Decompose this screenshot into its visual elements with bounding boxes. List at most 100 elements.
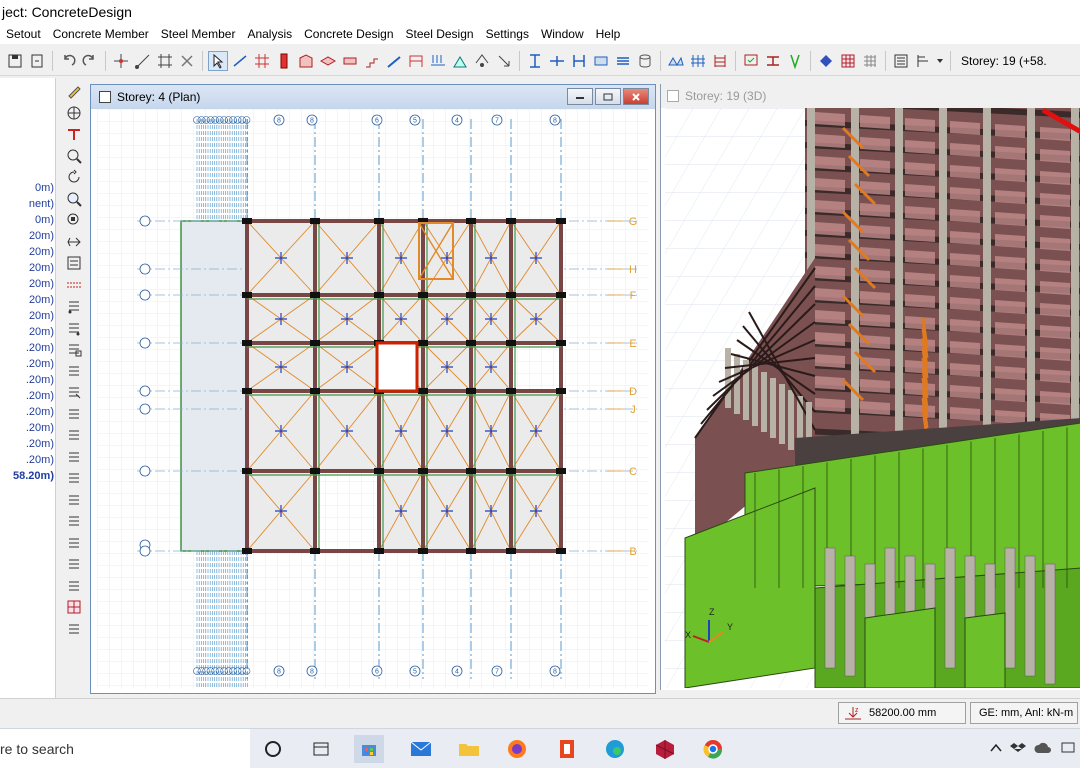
brace-icon[interactable]: [384, 51, 404, 71]
database-icon[interactable]: [635, 51, 655, 71]
storey-item[interactable]: .20m): [0, 438, 55, 454]
align-icon[interactable]: [494, 51, 514, 71]
section-icon[interactable]: [591, 51, 611, 71]
stack-icon-15[interactable]: [65, 620, 83, 638]
design-column-icon[interactable]: [785, 51, 805, 71]
menu-help[interactable]: Help: [590, 24, 627, 44]
beam-icon[interactable]: [340, 51, 360, 71]
stack-icon-9[interactable]: [65, 469, 83, 487]
dropbox-icon[interactable]: [1010, 741, 1026, 758]
move-icon[interactable]: [111, 51, 131, 71]
storey-analysis-icon[interactable]: [710, 51, 730, 71]
pan-icon[interactable]: [65, 233, 83, 251]
menu-steel-member[interactable]: Steel Member: [155, 24, 242, 44]
frame-icon[interactable]: [406, 51, 426, 71]
select-pointer-icon[interactable]: [208, 50, 228, 71]
delete-icon[interactable]: [177, 51, 197, 71]
storey-item[interactable]: 20m): [0, 310, 55, 326]
pencil-icon[interactable]: [65, 82, 83, 100]
storey-item[interactable]: 20m): [0, 246, 55, 262]
tee-icon[interactable]: [65, 125, 83, 143]
section-cut-icon[interactable]: [65, 276, 83, 294]
storey-item[interactable]: .20m): [0, 422, 55, 438]
minimize-button[interactable]: [567, 88, 593, 105]
storey-item[interactable]: .20m): [0, 454, 55, 470]
file-explorer-icon[interactable]: [454, 735, 484, 763]
storey-item[interactable]: .20m): [0, 342, 55, 358]
stack-icon-5[interactable]: [65, 383, 83, 401]
storey-item[interactable]: 20m): [0, 230, 55, 246]
storey-item[interactable]: 20m): [0, 294, 55, 310]
stack-icon-6[interactable]: [65, 405, 83, 423]
storey-item[interactable]: 0m): [0, 214, 55, 230]
grid-setout-icon[interactable]: [252, 51, 272, 71]
stair-icon[interactable]: [362, 51, 382, 71]
undo-icon[interactable]: [58, 51, 78, 71]
analysis-mesh-icon[interactable]: [666, 51, 686, 71]
frame-analysis-icon[interactable]: [688, 51, 708, 71]
menu-setout[interactable]: Setout: [0, 24, 47, 44]
chevron-up-icon[interactable]: [990, 742, 1002, 756]
storey-item[interactable]: 0m): [0, 182, 55, 198]
properties-icon[interactable]: [891, 51, 911, 71]
slab-icon[interactable]: [318, 51, 338, 71]
network-icon[interactable]: [1060, 741, 1076, 758]
edge-icon[interactable]: [600, 735, 630, 763]
zoom-icon[interactable]: [65, 147, 83, 165]
stack-icon-7[interactable]: [65, 426, 83, 444]
redo-icon[interactable]: [80, 51, 100, 71]
menu-analysis[interactable]: Analysis: [241, 24, 298, 44]
store-icon[interactable]: [354, 735, 384, 763]
plan-canvas[interactable]: 8 8 8 8 6 6 5 5 4 4 7 7 8 8 G H F E DJ C B: [97, 109, 649, 689]
globe-icon[interactable]: [65, 104, 83, 122]
storey-item[interactable]: 20m): [0, 262, 55, 278]
firefox-icon[interactable]: [502, 735, 532, 763]
storey-item[interactable]: 20m): [0, 326, 55, 342]
3d-canvas[interactable]: Z X Y: [665, 108, 1080, 688]
split-icon[interactable]: [569, 51, 589, 71]
storey-item[interactable]: .20m): [0, 390, 55, 406]
current-storey-label[interactable]: Storey: 19 (+58.: [961, 54, 1047, 68]
storey-item[interactable]: 20m): [0, 278, 55, 294]
stack-icon-13[interactable]: [65, 555, 83, 573]
rotate-icon[interactable]: [65, 168, 83, 186]
report-grid-icon[interactable]: [860, 51, 880, 71]
load-icon[interactable]: [428, 51, 448, 71]
dimension-icon[interactable]: [525, 51, 545, 71]
stack-icon-2[interactable]: [65, 319, 83, 337]
plan-window-titlebar[interactable]: Storey: 4 (Plan): [91, 85, 655, 109]
cloud-icon[interactable]: [1034, 742, 1052, 757]
plan-drawing[interactable]: 8 8 8 8 6 6 5 5 4 4 7 7 8 8 G H F E DJ C B: [97, 109, 649, 689]
grid-icon[interactable]: [155, 51, 175, 71]
stack-icon-12[interactable]: [65, 534, 83, 552]
color-table-icon[interactable]: [65, 598, 83, 616]
menu-concrete-design[interactable]: Concrete Design: [298, 24, 399, 44]
menu-window[interactable]: Window: [535, 24, 590, 44]
storey-item[interactable]: .20m): [0, 406, 55, 422]
export-icon[interactable]: [27, 51, 47, 71]
3d-window-titlebar[interactable]: Storey: 19 (3D): [661, 84, 1080, 108]
view-list-icon[interactable]: [65, 254, 83, 272]
office-icon[interactable]: [552, 735, 582, 763]
stack-icon-3[interactable]: [65, 340, 83, 358]
storey-item-current[interactable]: 58.20m): [0, 470, 55, 486]
zoom-window-icon[interactable]: [65, 190, 83, 208]
menu-concrete-member[interactable]: Concrete Member: [47, 24, 155, 44]
stack-icon-11[interactable]: [65, 512, 83, 530]
layers-icon[interactable]: [613, 51, 633, 71]
storey-select-icon[interactable]: [913, 51, 933, 71]
stack-icon-10[interactable]: [65, 491, 83, 509]
stack-icon-8[interactable]: [65, 448, 83, 466]
menu-steel-design[interactable]: Steel Design: [400, 24, 480, 44]
taskbar-search[interactable]: re to search: [0, 729, 250, 768]
wall-icon[interactable]: [296, 51, 316, 71]
widgets-icon[interactable]: [306, 735, 336, 763]
storey-item[interactable]: .20m): [0, 358, 55, 374]
stack-icon-4[interactable]: [65, 362, 83, 380]
support-icon[interactable]: [450, 51, 470, 71]
table-icon[interactable]: [838, 51, 858, 71]
stack-icon-14[interactable]: [65, 577, 83, 595]
zoom-extents-icon[interactable]: [65, 211, 83, 229]
task-view-icon[interactable]: [258, 735, 288, 763]
column-icon[interactable]: [274, 51, 294, 71]
